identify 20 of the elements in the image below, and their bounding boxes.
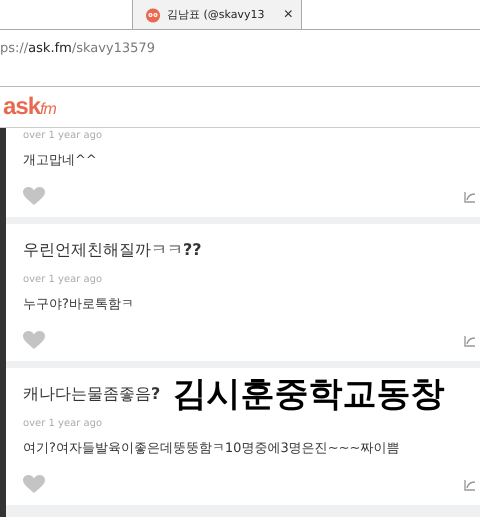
close-tab-button[interactable]: × xyxy=(284,6,293,22)
url-text[interactable]: ps://ask.fm/skavy13579 xyxy=(0,41,155,56)
answer-text: 여기?여자들발육이좋은데뚱뚱함ㅋ10명중에3명은진~~~짜이쁨 xyxy=(23,440,400,457)
caption-text: 김시훈중학교동창 xyxy=(172,373,444,416)
question-text: 우린언제친해질까ㅋㅋ?? xyxy=(23,240,202,260)
share-icon[interactable] xyxy=(464,478,476,490)
heart-icon[interactable] xyxy=(23,186,45,206)
timestamp: over 1 year ago xyxy=(23,418,104,429)
heart-icon[interactable] xyxy=(23,474,45,494)
timestamp: over 1 year ago xyxy=(23,130,104,141)
answer-text: 개고맙네^^ xyxy=(23,152,98,169)
browser-tab[interactable]: 김남표 (@skavy13 × xyxy=(132,0,302,29)
answer-text: 누구야?바로톡함ㅋ xyxy=(23,296,135,313)
owl-icon xyxy=(145,6,161,22)
share-icon[interactable] xyxy=(464,334,476,346)
question-text: 캐나다는물좀좋음? xyxy=(23,384,160,404)
share-icon[interactable] xyxy=(464,190,476,202)
tab-title: 김남표 (@skavy13 xyxy=(167,7,266,22)
timestamp: over 1 year ago xyxy=(23,274,104,285)
heart-icon[interactable] xyxy=(23,330,45,350)
